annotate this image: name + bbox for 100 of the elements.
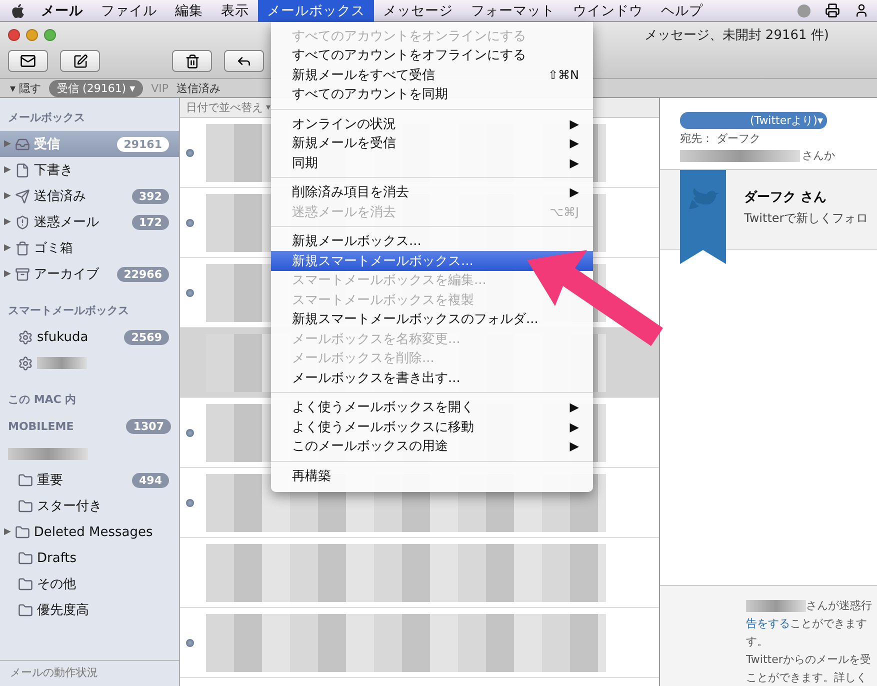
- menu-title[interactable]: 編集: [166, 0, 212, 22]
- apple-icon[interactable]: [10, 2, 26, 18]
- inbox-favorite[interactable]: 受信 (29161) ▾: [49, 80, 144, 96]
- mailbox-item[interactable]: ▶ 迷惑メール 172: [0, 209, 179, 235]
- compose-button[interactable]: [60, 50, 100, 72]
- menu-title[interactable]: ファイル: [92, 0, 166, 22]
- status-icon[interactable]: [797, 4, 811, 18]
- menu-item[interactable]: 削除済み項目を消去 ▶: [271, 182, 593, 202]
- menu-item[interactable]: メールボックスを書き出す...: [271, 368, 474, 388]
- mailbox-item[interactable]: ▶ 送信済み 392: [0, 183, 179, 209]
- folder-icon: [18, 602, 33, 618]
- mailbox-item[interactable]: 優先度高: [0, 597, 179, 623]
- footer-text: ことができます。詳しく: [746, 670, 867, 685]
- printer-icon[interactable]: [825, 3, 840, 18]
- unread-count: 392: [132, 188, 169, 204]
- reply-button[interactable]: [224, 50, 264, 72]
- menu-title[interactable]: フォーマット: [462, 0, 564, 22]
- disclosure-icon[interactable]: ▶: [4, 191, 11, 201]
- footer-text: 告をする ことができます: [746, 616, 867, 631]
- disclosure-icon[interactable]: ▶: [4, 165, 11, 175]
- menu-title[interactable]: メールボックス: [258, 0, 374, 22]
- mailbox-item[interactable]: その他: [0, 571, 179, 597]
- folder-icon: [18, 498, 33, 514]
- activity-label: メールの動作状況: [0, 660, 179, 686]
- folder-icon: [14, 524, 30, 540]
- section-heading: この MAC 内: [8, 392, 76, 407]
- footer-text: さんが迷惑行: [806, 598, 872, 613]
- mailbox-label: 下書き: [34, 162, 73, 179]
- menu-item[interactable]: 再構築: [271, 466, 345, 486]
- mailbox-item[interactable]: ▶ ゴミ箱: [0, 235, 179, 261]
- mailbox-label: Drafts: [37, 550, 77, 566]
- user-icon[interactable]: [854, 3, 869, 18]
- menu-item[interactable]: このメールボックスの用途 ▶: [271, 436, 593, 456]
- section-heading: スマートメールボックス: [8, 303, 129, 318]
- compose-icon: [72, 54, 88, 68]
- delete-button[interactable]: [172, 50, 212, 72]
- sent-favorite[interactable]: 送信済み: [176, 80, 221, 96]
- recipient-label: 宛先： ダーフク: [680, 131, 762, 146]
- menu-title[interactable]: ヘルプ: [652, 0, 712, 22]
- minimize-button[interactable]: [26, 29, 38, 41]
- unread-count: 29161: [116, 136, 169, 152]
- mailbox-item[interactable]: ▶ 下書き: [0, 157, 179, 183]
- folder-icon: [18, 550, 33, 566]
- summary-text: さんか: [802, 148, 835, 163]
- menu-item[interactable]: オンラインの状況 ▶: [271, 114, 593, 134]
- menu-item[interactable]: 新規メールボックス...: [271, 232, 436, 251]
- menu-title[interactable]: メール: [32, 0, 92, 22]
- mailbox-label: 受信: [34, 136, 60, 153]
- section-heading: メールボックス: [8, 110, 85, 125]
- menu-item[interactable]: 新規メールを受信 ▶: [271, 134, 593, 153]
- disclosure-icon[interactable]: ▶: [4, 527, 11, 537]
- menu-item[interactable]: すべてのアカウントを同期: [271, 84, 462, 104]
- caret-icon[interactable]: ▾: [266, 102, 271, 112]
- mailbox-label: その他: [37, 576, 76, 593]
- menu-title[interactable]: メッセージ: [374, 0, 462, 22]
- gear-icon: [18, 330, 33, 344]
- mailbox-item[interactable]: スター付き: [0, 493, 179, 519]
- menu-item[interactable]: 新規スマートメールボックスのフォルダ...: [271, 310, 552, 329]
- footer-text: す。: [746, 634, 768, 649]
- footer-text: Twitterからのメールを受: [746, 652, 871, 667]
- menu-item[interactable]: 新規メールをすべて受信 ⇧⌘N: [271, 65, 593, 84]
- mailbox-label: 送信済み: [34, 188, 86, 205]
- close-button[interactable]: [8, 29, 20, 41]
- menu-item[interactable]: すべてのアカウントをオフラインにする: [271, 46, 540, 65]
- mailbox-label: ゴミ箱: [34, 240, 73, 257]
- disclosure-icon[interactable]: ▶: [4, 269, 11, 279]
- envelope-icon: [20, 53, 36, 69]
- mailbox-item[interactable]: ▶ Deleted Messages: [0, 519, 179, 545]
- unread-count: 1307: [126, 419, 171, 434]
- folder-icon: [18, 472, 33, 488]
- mailbox-item[interactable]: sfukuda 2569: [0, 324, 179, 350]
- sender-chip[interactable]: (Twitterより)▾: [680, 112, 827, 129]
- junk-icon: [14, 214, 30, 230]
- unread-count: 172: [132, 214, 169, 230]
- mailbox-label: 優先度高: [37, 602, 89, 619]
- menu-item[interactable]: 同期 ▶: [271, 153, 593, 172]
- mailbox-label: sfukuda: [37, 330, 88, 344]
- mailbox-label: アーカイブ: [34, 266, 99, 283]
- mailbox-label: Deleted Messages: [34, 524, 153, 540]
- disclosure-icon[interactable]: ▶: [4, 243, 11, 253]
- section-heading: MOBILEME: [8, 420, 74, 433]
- sort-menu[interactable]: 日付で並べ替え: [186, 100, 263, 115]
- folder-icon: [18, 576, 33, 592]
- get-mail-button[interactable]: [8, 50, 48, 72]
- trash-icon: [14, 240, 30, 256]
- menu-item[interactable]: よく使うメールボックスを開く ▶: [271, 398, 593, 417]
- unread-count: 22966: [116, 266, 169, 282]
- menu-title[interactable]: 表示: [212, 0, 258, 22]
- menu-item[interactable]: よく使うメールボックスに移動 ▶: [271, 417, 593, 436]
- disclosure-icon[interactable]: ▶: [4, 217, 11, 227]
- mailbox-item[interactable]: 重要 494: [0, 467, 179, 493]
- mailbox-item[interactable]: Drafts: [0, 545, 179, 571]
- zoom-button[interactable]: [44, 29, 56, 41]
- hide-button[interactable]: ▾ 隠す: [10, 80, 42, 96]
- report-link[interactable]: 告をする: [746, 617, 790, 630]
- mailbox-item[interactable]: ▶ アーカイブ 22966: [0, 261, 179, 287]
- mailbox-label: 迷惑メール: [34, 214, 99, 231]
- menu-title[interactable]: ウインドウ: [564, 0, 652, 22]
- redacted-block: [37, 357, 87, 369]
- archive-icon: [14, 266, 30, 282]
